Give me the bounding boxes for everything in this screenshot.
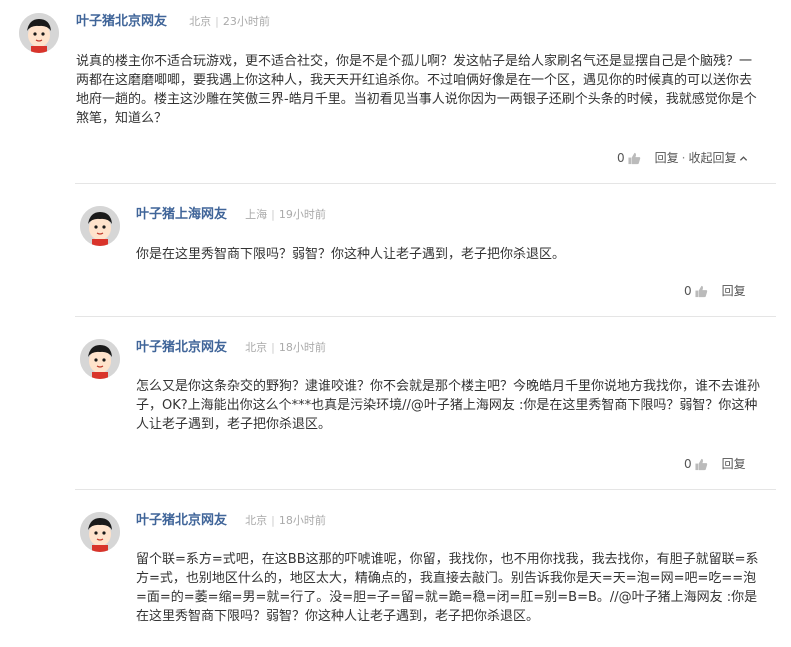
action-separator: · bbox=[681, 151, 686, 165]
avatar[interactable] bbox=[19, 13, 59, 53]
timestamp: 18小时前 bbox=[278, 514, 326, 527]
meta-divider: | bbox=[271, 514, 275, 527]
meta-divider: | bbox=[271, 341, 275, 354]
avatar[interactable] bbox=[80, 512, 120, 552]
cartoon-avatar-icon bbox=[80, 512, 120, 552]
username[interactable]: 叶子猪北京网友 bbox=[76, 14, 167, 29]
reply-text: 怎么又是你这条杂交的野狗？逮谁咬谁？你不会就是那个楼主吧？今晚皓月千里你说地方我… bbox=[136, 379, 761, 432]
comment-text: 说真的楼主你不适合玩游戏，更不适合社交，你是不是个孤儿啊？发这帖子是给人家刷名气… bbox=[76, 54, 757, 126]
cartoon-avatar-icon bbox=[80, 339, 120, 379]
location: 上海 bbox=[245, 208, 268, 221]
username[interactable]: 叶子猪北京网友 bbox=[136, 340, 227, 355]
username[interactable]: 叶子猪北京网友 bbox=[136, 513, 227, 528]
reply-text: 你是在这里秀智商下限吗？弱智？你这种人让老子遇到，老子把你杀退区。 bbox=[136, 247, 566, 262]
collapse-replies-link[interactable]: 收起回复 bbox=[688, 149, 736, 167]
cartoon-avatar-icon bbox=[19, 13, 59, 53]
thumbs-up-icon[interactable] bbox=[695, 458, 708, 471]
like-count: 0 bbox=[684, 457, 692, 471]
thumbs-up-icon[interactable] bbox=[628, 152, 641, 165]
reply-item: 叶子猪上海网友 上海 | 19小时前 你是在这里秀智商下限吗？弱智？你这种人让老子遇… bbox=[75, 183, 776, 315]
location: 北京 bbox=[245, 341, 268, 354]
reply-meta: 叶子猪上海网友 上海 | 19小时前 bbox=[136, 205, 326, 225]
reply-text: 留个联=系方=式吧，在这BB这那的吓唬谁呢，你留，我找你，也不用你找我，我去找你… bbox=[136, 552, 759, 624]
reply-meta: 叶子猪北京网友 北京 | 18小时前 bbox=[136, 511, 326, 531]
timestamp: 18小时前 bbox=[278, 341, 326, 354]
reply-meta: 叶子猪北京网友 北京 | 18小时前 bbox=[136, 338, 326, 358]
reply-item: 叶子猪北京网友 北京 | 18小时前 留个联=系方=式吧，在这BB这那的吓唬谁呢，你… bbox=[75, 489, 776, 647]
avatar[interactable] bbox=[80, 206, 120, 246]
reply-actions: 0 回复 bbox=[684, 282, 746, 300]
reply-link[interactable]: 回复 bbox=[722, 282, 746, 300]
reply-link[interactable]: 回复 bbox=[655, 149, 679, 167]
comment-main: 叶子猪北京网友 北京 | 23小时前 说真的楼主你不适合玩游戏，更不适合社交，你是不… bbox=[0, 0, 791, 180]
comment-actions: 0 回复 · 收起回复 bbox=[617, 149, 748, 167]
timestamp: 23小时前 bbox=[222, 15, 270, 28]
chevron-up-icon[interactable] bbox=[739, 154, 748, 163]
comment-meta: 叶子猪北京网友 北京 | 23小时前 bbox=[76, 12, 270, 32]
like-count: 0 bbox=[684, 284, 692, 298]
reply-actions: 0 回复 bbox=[684, 455, 746, 473]
timestamp: 19小时前 bbox=[278, 208, 326, 221]
username[interactable]: 叶子猪上海网友 bbox=[136, 207, 227, 222]
meta-divider: | bbox=[215, 15, 219, 28]
like-count: 0 bbox=[617, 151, 625, 165]
meta-divider: | bbox=[271, 208, 275, 221]
thumbs-up-icon[interactable] bbox=[695, 285, 708, 298]
location: 北京 bbox=[245, 514, 268, 527]
reply-item: 叶子猪北京网友 北京 | 18小时前 怎么又是你这条杂交的野狗？逮谁咬谁？你不会就是… bbox=[75, 316, 776, 488]
avatar[interactable] bbox=[80, 339, 120, 379]
reply-link[interactable]: 回复 bbox=[722, 455, 746, 473]
cartoon-avatar-icon bbox=[80, 206, 120, 246]
location: 北京 bbox=[189, 15, 212, 28]
